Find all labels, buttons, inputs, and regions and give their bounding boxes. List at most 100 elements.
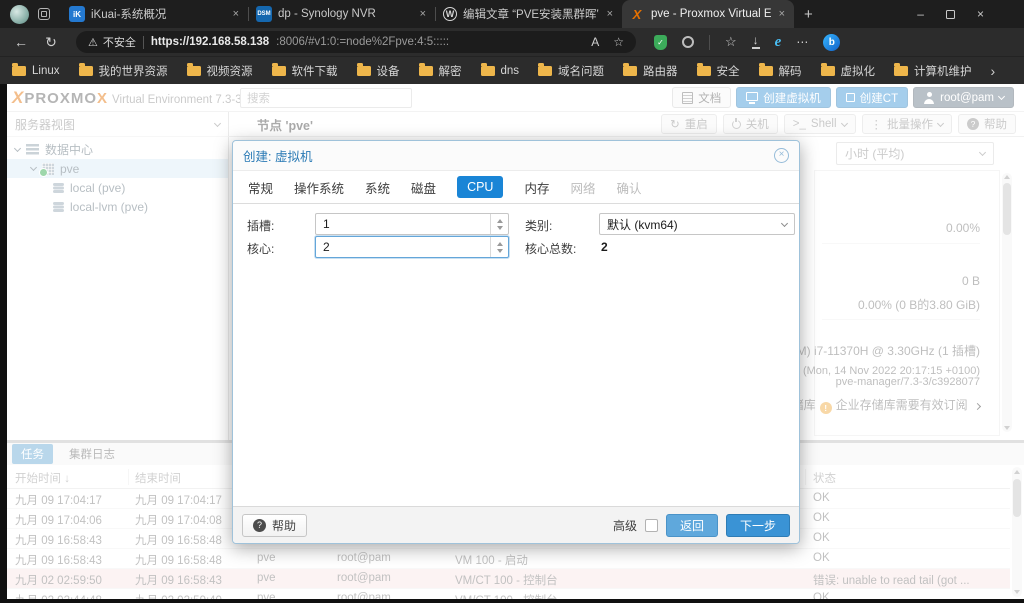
tab-system[interactable]: 系统 <box>365 178 390 197</box>
next-button[interactable]: 下一步 <box>726 514 790 537</box>
bookmark-folder[interactable]: 设备 <box>357 63 400 79</box>
bookmark-label: 计算机维护 <box>914 63 972 79</box>
favorite-star-icon[interactable]: ☆ <box>613 35 624 49</box>
total-cores-label: 核心总数: <box>525 240 576 257</box>
cores-value: 2 <box>316 240 490 254</box>
cores-spinner[interactable]: 2 <box>315 236 509 258</box>
tab-disks[interactable]: 磁盘 <box>411 178 436 197</box>
select-arrow[interactable] <box>774 214 794 234</box>
screen: iK iKuai-系统概况 × DSM dp - Synology NVR × … <box>0 0 1024 603</box>
tab-close-icon[interactable]: × <box>418 8 428 20</box>
tab-close-icon[interactable]: × <box>777 8 787 20</box>
tab-close-icon[interactable]: × <box>605 8 615 20</box>
not-secure-label: 不安全 <box>103 34 136 50</box>
browser-tab-synology[interactable]: DSM dp - Synology NVR × <box>249 0 435 28</box>
browser-tab-proxmox-active[interactable]: X pve - Proxmox Virtual Environme × <box>622 0 794 28</box>
dialog-titlebar: 创建: 虚拟机 × <box>233 141 799 171</box>
folder-icon <box>697 66 711 76</box>
tab-close-icon[interactable]: × <box>231 8 241 20</box>
bookmark-folder[interactable]: 我的世界资源 <box>79 63 168 79</box>
wordpress-favicon: W <box>443 7 457 21</box>
more-menu-icon[interactable]: ⋯ <box>796 35 808 49</box>
folder-icon <box>419 66 433 76</box>
bookmarks-bar: Linux 我的世界资源 视频资源 软件下载 设备 解密 dns 域名问题 路由… <box>0 56 1024 84</box>
bookmark-folder[interactable]: 解密 <box>419 63 462 79</box>
bookmark-label: 解密 <box>439 63 462 79</box>
sockets-value: 1 <box>316 217 490 231</box>
address-bar[interactable]: ⚠ 不安全 https://192.168.58.138 :8006/#v1:0… <box>76 31 636 53</box>
chevron-down-icon <box>780 219 787 226</box>
tab-strip: iK iKuai-系统概况 × DSM dp - Synology NVR × … <box>62 0 794 28</box>
bookmark-folder[interactable]: 路由器 <box>623 63 678 79</box>
dialog-close-icon[interactable]: × <box>774 148 789 163</box>
advanced-label: 高级 <box>613 517 637 534</box>
url-path: :8006/#v1:0:=node%2Fpve:4:5::::: <box>276 36 584 48</box>
ie-mode-icon[interactable]: e <box>775 34 782 51</box>
favorites-hub-icon[interactable]: ☆ <box>725 34 737 50</box>
cpu-type-select[interactable]: 默认 (kvm64) <box>599 213 795 235</box>
bookmark-label: 视频资源 <box>207 63 253 79</box>
tab-groups-icon[interactable] <box>38 8 50 20</box>
spinner-up-icon[interactable] <box>497 219 503 223</box>
tab-title: iKuai-系统概况 <box>91 6 225 22</box>
tab-os[interactable]: 操作系统 <box>294 178 344 197</box>
read-aloud-icon[interactable]: A <box>591 35 599 49</box>
downloads-icon[interactable]: ↓ <box>752 35 760 49</box>
maximize-button[interactable] <box>946 10 955 19</box>
folder-icon <box>538 66 552 76</box>
folder-icon <box>759 66 773 76</box>
window-close-button[interactable]: × <box>977 7 984 21</box>
tab-general[interactable]: 常规 <box>248 178 273 197</box>
bookmark-label: 解码 <box>779 63 802 79</box>
tab-memory[interactable]: 内存 <box>524 178 549 197</box>
bookmark-folder[interactable]: Linux <box>12 65 60 77</box>
bookmark-label: 安全 <box>717 63 740 79</box>
dialog-help-button[interactable]: ? 帮助 <box>242 514 307 537</box>
bookmark-label: 域名问题 <box>558 63 604 79</box>
bookmark-label: 我的世界资源 <box>99 63 168 79</box>
browser-tab-wordpress[interactable]: W 编辑文章 “PVE安装黑群晖” ‹ 罗比 × <box>436 0 622 28</box>
adblock-shield-icon[interactable]: ✓ <box>654 35 667 50</box>
create-vm-dialog: 创建: 虚拟机 × 常规 操作系统 系统 磁盘 CPU 内存 网络 确认 插槽:… <box>232 140 800 544</box>
toolbar-divider <box>709 35 710 50</box>
profile-avatar[interactable] <box>10 5 29 24</box>
folder-icon <box>481 66 495 76</box>
back-button[interactable]: 返回 <box>666 514 718 537</box>
spinner-buttons[interactable] <box>490 237 508 257</box>
extension-icon[interactable] <box>682 36 694 48</box>
bookmarks-overflow-chevron[interactable]: › <box>991 63 996 79</box>
window-controls: – × <box>917 0 984 28</box>
spinner-buttons[interactable] <box>490 214 508 234</box>
bookmark-label: 设备 <box>377 63 400 79</box>
minimize-button[interactable]: – <box>917 7 924 21</box>
bookmark-folder[interactable]: dns <box>481 65 520 77</box>
bookmark-folder[interactable]: 软件下载 <box>272 63 338 79</box>
browser-toolbar: ← ↻ ⚠ 不安全 https://192.168.58.138 :8006/#… <box>0 28 1024 56</box>
bookmark-folder[interactable]: 安全 <box>697 63 740 79</box>
sockets-spinner[interactable]: 1 <box>315 213 509 235</box>
tab-cpu[interactable]: CPU <box>457 176 503 198</box>
folder-icon <box>12 66 26 76</box>
back-icon[interactable]: ← <box>10 34 32 50</box>
bookmark-folder[interactable]: 虚拟化 <box>821 63 876 79</box>
dialog-body: 插槽: 1 类别: 默认 (kvm64) 核心: 2 核心总数: 2 <box>233 204 799 506</box>
bing-chat-icon[interactable]: b <box>823 34 840 51</box>
browser-tab-ikuai[interactable]: iK iKuai-系统概况 × <box>62 0 248 28</box>
not-secure-warning[interactable]: ⚠ 不安全 <box>88 34 136 50</box>
spinner-down-icon[interactable] <box>497 249 503 253</box>
spinner-down-icon[interactable] <box>497 226 503 230</box>
advanced-checkbox[interactable] <box>645 519 658 532</box>
new-tab-button[interactable]: + <box>794 6 823 23</box>
bookmark-folder[interactable]: 域名问题 <box>538 63 604 79</box>
bookmark-folder[interactable]: 解码 <box>759 63 802 79</box>
dialog-title: 创建: 虚拟机 <box>243 146 312 165</box>
help-icon: ? <box>253 519 266 532</box>
bookmark-folder[interactable]: 视频资源 <box>187 63 253 79</box>
sockets-label: 插槽: <box>247 217 274 234</box>
refresh-icon[interactable]: ↻ <box>40 34 62 51</box>
spinner-up-icon[interactable] <box>497 242 503 246</box>
folder-icon <box>894 66 908 76</box>
folder-icon <box>79 66 93 76</box>
bookmark-folder[interactable]: 计算机维护 <box>894 63 972 79</box>
bookmark-label: 路由器 <box>643 63 678 79</box>
